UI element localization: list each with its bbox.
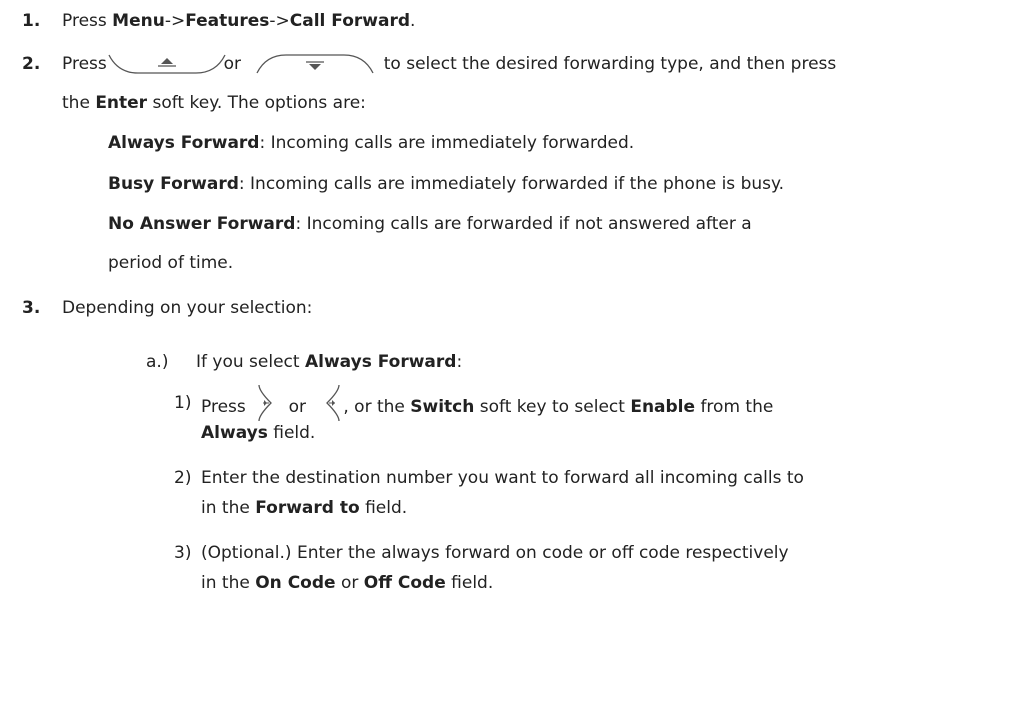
or-text: or	[335, 573, 364, 593]
item-3-line-2: in the On Code or Off Code field.	[201, 571, 493, 595]
option-no-answer-forward: No Answer Forward: Incoming calls are fo…	[108, 212, 752, 236]
field-text: field.	[267, 423, 316, 443]
always-label: Always	[201, 423, 268, 443]
in-the-text: in the	[201, 498, 256, 518]
step-number: 1.	[22, 11, 41, 31]
up-key-icon	[108, 54, 226, 74]
press-text: Press	[62, 11, 113, 31]
or-text: or	[223, 54, 241, 74]
option-desc: : Incoming calls are forwarded if not an…	[295, 214, 752, 234]
soft-key-text: soft key. The options are:	[147, 93, 366, 113]
or-the-text: , or the	[343, 397, 411, 417]
step-3-text: Depending on your selection:	[62, 298, 313, 318]
option-desc: : Incoming calls are immediately forward…	[259, 133, 635, 153]
field-text: field.	[359, 498, 408, 518]
enable-label: Enable	[630, 397, 696, 417]
item-1-line-2: Always field.	[201, 421, 315, 445]
sub-label: a.)	[146, 352, 169, 372]
option-desc-continued: period of time.	[108, 253, 234, 273]
step-2-line-1: Press or to select the desired forwardin…	[62, 52, 836, 76]
step-number: 3.	[22, 298, 41, 318]
item-2-line-2: in the Forward to field.	[201, 496, 407, 520]
document-page: { "steps": [ { "number": "1.", "line1": …	[0, 0, 1020, 702]
option-desc: : Incoming calls are immediately forward…	[238, 174, 785, 194]
item-number: 3)	[174, 543, 192, 563]
press-text: Press	[201, 397, 246, 417]
option-name: No Answer Forward	[108, 214, 296, 234]
on-code-label: On Code	[255, 573, 336, 593]
period: .	[410, 11, 416, 31]
down-key-icon	[256, 54, 374, 74]
item-2-line-1: Enter the destination number you want to…	[201, 468, 804, 488]
left-key-icon	[326, 384, 341, 422]
press-text: Press	[62, 54, 113, 74]
colon: :	[456, 352, 463, 372]
item-number: 1)	[174, 393, 192, 413]
option-name: Busy Forward	[108, 174, 239, 194]
option-always-forward: Always Forward: Incoming calls are immed…	[108, 131, 634, 155]
forward-to-label: Forward to	[255, 498, 360, 518]
option-name: Always Forward	[108, 133, 260, 153]
call-forward-label: Call Forward	[289, 11, 411, 31]
features-label: Features	[185, 11, 270, 31]
option-busy-forward: Busy Forward: Incoming calls are immedia…	[108, 172, 784, 196]
step-1-text: Press Menu->Features->Call Forward.	[62, 9, 415, 33]
item-number: 2)	[174, 468, 192, 488]
sub-intro: If you select	[196, 352, 305, 372]
the-text: the	[62, 93, 96, 113]
or-text: or	[288, 397, 306, 417]
always-forward-label: Always Forward	[304, 352, 457, 372]
arrow-text: ->	[164, 11, 186, 31]
switch-label: Switch	[410, 397, 475, 417]
step-number: 2.	[22, 54, 41, 74]
step-2-instruction: to select the desired forwarding type, a…	[383, 54, 837, 74]
item-1-line-1: Press or , or the Switch soft key to sel…	[201, 384, 774, 423]
item-3-line-1: (Optional.) Enter the always forward on …	[201, 543, 789, 563]
arrow-text: ->	[269, 11, 290, 31]
step-2-line-2: the Enter soft key. The options are:	[62, 91, 366, 115]
right-key-icon	[258, 384, 273, 422]
soft-key-text: soft key to select	[474, 397, 631, 417]
field-text: field.	[445, 573, 494, 593]
enter-label: Enter	[95, 93, 148, 113]
from-the-text: from the	[695, 397, 774, 417]
menu-label: Menu	[112, 11, 165, 31]
sub-a-text: If you select Always Forward:	[196, 350, 462, 374]
off-code-label: Off Code	[363, 573, 446, 593]
in-the-text: in the	[201, 573, 256, 593]
